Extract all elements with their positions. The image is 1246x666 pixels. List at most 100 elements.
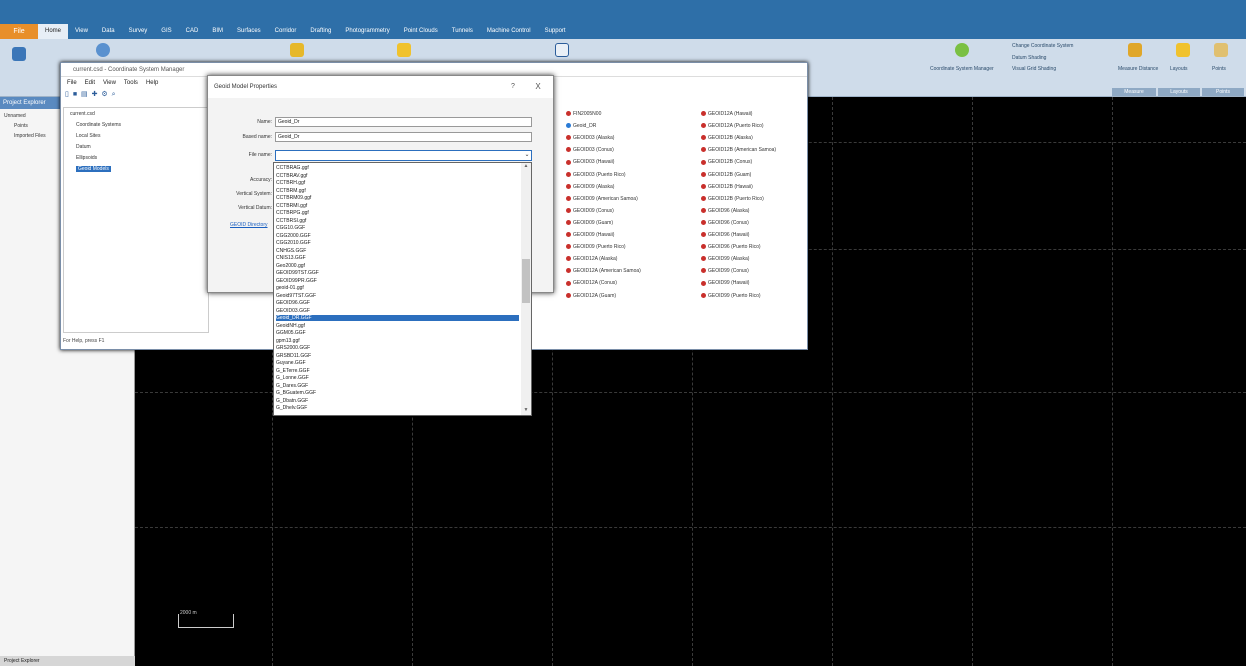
ribbon-tab-view[interactable]: View — [68, 24, 95, 39]
ribbon-tab-photogrammetry[interactable]: Photogrammetry — [338, 24, 396, 39]
scrollbar-thumb[interactable] — [522, 259, 530, 303]
node-coordinate-systems[interactable]: Coordinate Systems — [76, 122, 121, 128]
tree-item-points[interactable]: Points — [14, 123, 28, 129]
geoid-item[interactable]: GEOID96 (Alaska) — [701, 208, 749, 214]
dropdown-option[interactable]: CNHGS.GGF — [276, 248, 519, 254]
ribbon-tab-surfaces[interactable]: Surfaces — [230, 24, 268, 39]
dropdown-option[interactable]: CGG10.GGF — [276, 225, 519, 231]
geoid-item[interactable]: GEOID03 (Hawaii) — [566, 159, 614, 165]
geoid-item[interactable]: GEOID99 (Conus) — [701, 268, 749, 274]
ribbon-tab-drafting[interactable]: Drafting — [303, 24, 338, 39]
dropdown-option[interactable]: CCTBRMI.ggf — [276, 203, 519, 209]
ribbon-tab-survey[interactable]: Survey — [122, 24, 155, 39]
dropdown-option[interactable]: Geoid_DR.GGF — [276, 315, 519, 321]
points-icon[interactable] — [1214, 43, 1228, 57]
geoid-item[interactable]: GEOID12A (Alaska) — [566, 256, 617, 262]
dropdown-option[interactable]: gpm13.ggf — [276, 338, 519, 344]
ribbon-tab-gis[interactable]: GIS — [154, 24, 178, 39]
geoid-item[interactable]: GEOID12A (Conus) — [566, 280, 617, 286]
tree-item-unnamed[interactable]: Unnamed — [4, 113, 26, 119]
file-menu-button[interactable]: File — [0, 24, 38, 39]
geoid-item[interactable]: GEOID12A (Puerto Rico) — [701, 123, 764, 129]
menu-edit[interactable]: Edit — [85, 77, 95, 89]
geoid-item[interactable]: GEOID09 (American Samoa) — [566, 196, 638, 202]
help-button[interactable]: ? — [506, 76, 520, 98]
print-icon[interactable]: ▤ — [81, 91, 89, 98]
dropdown-option[interactable]: geoid-01.ggf — [276, 285, 519, 291]
dropdown-option[interactable]: CGG2010.GGF — [276, 240, 519, 246]
node-current[interactable]: current.csd — [70, 111, 95, 117]
geoid-item[interactable]: GEOID03 (Conus) — [566, 147, 614, 153]
geoid-item[interactable]: Geoid_DR — [566, 123, 596, 129]
geoid-item[interactable]: GEOID09 (Alaska) — [566, 184, 614, 190]
settings-icon[interactable]: ⚙ — [101, 91, 108, 98]
geoid-item[interactable]: GEOID99 (Alaska) — [701, 256, 749, 262]
geoid-item[interactable]: GEOID96 (Conus) — [701, 220, 749, 226]
dropdown-option[interactable]: GRS2000.GGF — [276, 345, 519, 351]
geoid-item[interactable]: GEOID12B (Alaska) — [701, 135, 753, 141]
dropdown-option[interactable]: G_BGuatem.GGF — [276, 390, 519, 396]
file-name-select[interactable]: ⌄ — [275, 150, 532, 161]
dropdown-option[interactable]: CCTBRAG.ggf — [276, 165, 519, 171]
dropdown-scrollbar[interactable]: ▲ ▼ — [521, 163, 531, 415]
geoid-item[interactable]: GEOID99 (Hawaii) — [701, 280, 749, 286]
node-geoid-models[interactable]: Geoid Models — [76, 166, 111, 172]
geoid-item[interactable]: GEOID09 (Puerto Rico) — [566, 244, 626, 250]
geoid-item[interactable]: GEOID12A (Hawaii) — [701, 111, 752, 117]
dropdown-option[interactable]: GEOID99PR.GGF — [276, 278, 519, 284]
datum-shading-label[interactable]: Datum Shading — [1012, 55, 1046, 61]
dropdown-option[interactable]: G_Dares.GGF — [276, 383, 519, 389]
menu-help[interactable]: Help — [146, 77, 158, 89]
ribbon-tab-support[interactable]: Support — [538, 24, 573, 39]
geoid-item[interactable]: GEOID12B (American Samoa) — [701, 147, 776, 153]
search-icon[interactable]: ⌕ — [112, 91, 117, 98]
layouts-label[interactable]: Layouts — [1170, 66, 1188, 72]
geoid-item[interactable]: FIN2005N00 — [566, 111, 601, 117]
scroll-up-icon[interactable]: ▲ — [521, 163, 531, 171]
dropdown-option[interactable]: CCTBRSI.ggf — [276, 218, 519, 224]
node-local-sites[interactable]: Local Sites — [76, 133, 100, 139]
geoid-item[interactable]: GEOID03 (Puerto Rico) — [566, 172, 626, 178]
geoid-item[interactable]: GEOID96 (Puerto Rico) — [701, 244, 761, 250]
geoid-item[interactable]: GEOID12B (Puerto Rico) — [701, 196, 764, 202]
add-icon[interactable]: ✚ — [92, 91, 99, 98]
file-name-dropdown-list[interactable]: CCTBRAG.ggf CCTBRAV.ggf CCTBRH.ggf CCTBRM.g… — [273, 162, 532, 416]
ribbon-tab-corridor[interactable]: Corridor — [268, 24, 304, 39]
geoid-item[interactable]: GEOID12B (Conus) — [701, 159, 752, 165]
ribbon-tab-home[interactable]: Home — [38, 24, 69, 39]
points-label[interactable]: Points — [1212, 66, 1226, 72]
dropdown-option[interactable]: Guyane.GGF — [276, 360, 519, 366]
dropdown-option[interactable]: CCTBRAV.ggf — [276, 173, 519, 179]
geoid-item[interactable]: GEOID09 (Guam) — [566, 220, 613, 226]
dropdown-option[interactable]: CCTBRM.ggf — [276, 188, 519, 194]
coordinate-system-manager-icon[interactable] — [955, 43, 969, 57]
csm-label[interactable]: Coordinate System Manager — [930, 66, 994, 72]
ribbon-tab-bim[interactable]: BIM — [205, 24, 230, 39]
dropdown-option[interactable]: GEOID03.GGF — [276, 308, 519, 314]
tree-item-imported[interactable]: Imported Files — [14, 133, 46, 139]
geoid-item[interactable]: GEOID09 (Hawaii) — [566, 232, 614, 238]
geoid-item[interactable]: GEOID99 (Puerto Rico) — [701, 293, 761, 299]
dropdown-option[interactable]: GGM05.GGF — [276, 330, 519, 336]
dropdown-option[interactable]: CGG2000.GGF — [276, 233, 519, 239]
dropdown-option[interactable]: G_Dhelv.GGF — [276, 405, 519, 411]
project-explorer-bottom-tab[interactable]: Project Explorer — [0, 656, 135, 666]
close-button[interactable]: X — [530, 76, 546, 98]
dropdown-option[interactable]: G_Dbatn.GGF — [276, 398, 519, 404]
geoid-item[interactable]: GEOID09 (Conus) — [566, 208, 614, 214]
menu-view[interactable]: View — [103, 77, 116, 89]
name-input[interactable]: Geoid_Dr — [275, 117, 532, 127]
node-datum[interactable]: Datum — [76, 144, 91, 150]
scroll-down-icon[interactable]: ▼ — [521, 407, 531, 415]
import-icon[interactable] — [12, 47, 26, 61]
measure-distance-label[interactable]: Measure Distance — [1118, 66, 1158, 72]
geoid-item[interactable]: GEOID12A (Guam) — [566, 293, 616, 299]
dropdown-option[interactable]: CNIS13.GGF — [276, 255, 519, 261]
dropdown-option[interactable]: Geoid97TST.GGF — [276, 293, 519, 299]
save-icon[interactable]: ■ — [73, 91, 78, 98]
project-explorer-icon[interactable] — [290, 43, 304, 57]
dropdown-option[interactable]: GEOID96.GGF — [276, 300, 519, 306]
based-name-input[interactable]: Geoid_Dr — [275, 132, 532, 142]
geoid-directory-link[interactable]: GEOID Directory — [230, 222, 268, 228]
dropdown-option[interactable]: G_Lonne.GGF — [276, 375, 519, 381]
